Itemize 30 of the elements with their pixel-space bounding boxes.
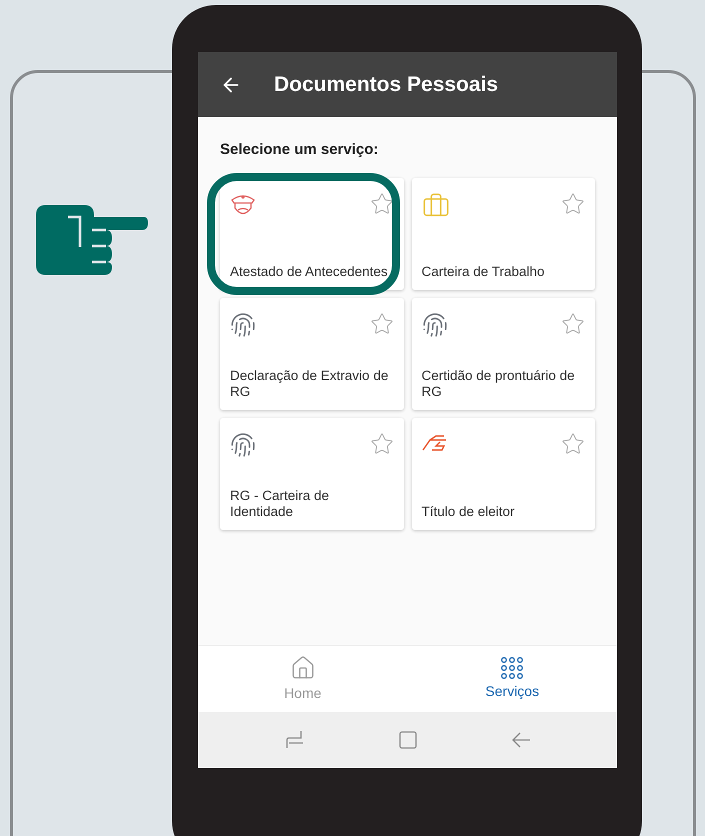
star-icon[interactable] xyxy=(370,192,394,216)
fingerprint-icon xyxy=(230,432,256,458)
service-card[interactable]: Certidão de prontuário de RG xyxy=(412,298,595,410)
star-icon[interactable] xyxy=(561,432,585,456)
square-icon[interactable] xyxy=(398,730,418,750)
star-icon[interactable] xyxy=(561,192,585,216)
service-label: Carteira de Trabalho xyxy=(422,264,546,280)
recents-icon[interactable] xyxy=(284,730,304,750)
prompt-text: Selecione um serviço: xyxy=(220,140,378,160)
service-card[interactable]: Título de eleitor xyxy=(412,418,595,530)
star-icon[interactable] xyxy=(370,312,394,336)
service-card[interactable]: RG - Carteira de Identidade xyxy=(220,418,404,530)
service-label: Título de eleitor xyxy=(422,504,516,520)
service-card[interactable]: Declaração de Extravio de RG xyxy=(220,298,404,410)
service-label: Declaração de Extravio de RG xyxy=(230,368,390,400)
service-card[interactable]: Carteira de Trabalho xyxy=(412,178,595,290)
pointing-hand-icon xyxy=(34,203,148,275)
header-title: Documentos Pessoais xyxy=(274,72,498,98)
grid-icon xyxy=(501,656,524,678)
service-label: RG - Carteira de Identidade xyxy=(230,488,330,520)
fingerprint-icon xyxy=(422,312,448,338)
service-label: Certidão de prontuário de RG xyxy=(422,368,576,400)
service-card[interactable]: Atestado de Antecedentes xyxy=(220,178,404,290)
fingerprint-icon xyxy=(230,312,256,338)
service-label: Atestado de Antecedentes xyxy=(230,264,389,280)
home-icon xyxy=(290,654,316,680)
star-icon[interactable] xyxy=(370,432,394,456)
back-arrow-icon[interactable] xyxy=(510,730,530,750)
nav-tab[interactable]: Serviços xyxy=(408,646,617,712)
star-icon[interactable] xyxy=(561,312,585,336)
